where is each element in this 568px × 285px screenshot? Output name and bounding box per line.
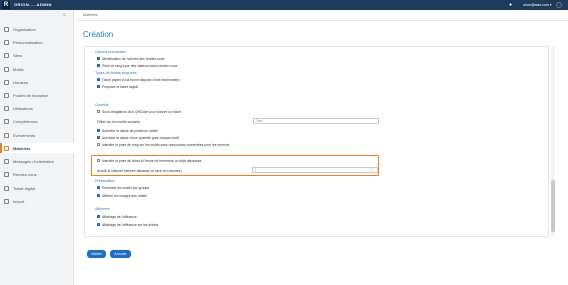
checkbox-checked-icon[interactable] <box>97 222 101 227</box>
top-bar: R ORION.....ADMIN ● orion@aws.com ▾ <box>0 0 568 10</box>
sidebar-item-horaires[interactable]: Horaires <box>0 77 74 87</box>
checkbox-checked-icon[interactable] <box>97 185 101 190</box>
breadcrumb[interactable]: Matériels <box>83 13 98 18</box>
phone-icon <box>4 185 9 191</box>
checkbox-checked-icon[interactable] <box>97 77 101 82</box>
form-scrollbar-thumb[interactable] <box>551 180 555 232</box>
tag-icon <box>4 66 9 72</box>
label-filtrer-motifs: Filtrer sur les motifs suivants <box>97 119 140 124</box>
filter-motifs-input[interactable]: Tous <box>253 118 379 124</box>
checkbox-checked-icon[interactable] <box>97 84 101 89</box>
sidebar-item-evenements[interactable]: Événements <box>0 130 74 140</box>
checkbox-checked-icon[interactable] <box>97 63 101 68</box>
sidebar-item-sites[interactable]: Sites <box>0 50 74 60</box>
highlight-annotation <box>91 155 379 176</box>
desk-icon <box>4 92 9 98</box>
sidebar: « Organisation Personnalisation Sites Mo… <box>0 10 74 285</box>
import-icon <box>4 198 9 204</box>
device-icon <box>4 145 9 151</box>
sidebar-item-import[interactable]: Import <box>0 196 74 206</box>
help-icon[interactable]: ? <box>556 2 562 8</box>
sidebar-item-messages[interactable]: Messages d'orientation <box>0 156 74 166</box>
sidebar-item-postes[interactable]: Postes de réception <box>0 90 74 100</box>
collapse-sidebar-icon[interactable]: « <box>63 12 66 18</box>
checkbox-checked-icon[interactable] <box>97 135 101 140</box>
brand-name: ORION.....ADMIN <box>14 2 52 7</box>
sidebar-item-ticket-digital[interactable]: Ticket digital <box>0 183 74 193</box>
checkbox-ticket-papier[interactable]: Ticket papier (si la borne dispose d'une… <box>97 77 180 82</box>
checkbox-identification[interactable]: Identification de l'arrivée des rendez-v… <box>97 56 164 61</box>
checkbox-proposer-digital[interactable]: Proposer le ticket digital <box>97 84 138 89</box>
skills-icon <box>4 118 9 124</box>
checkbox-affichage-affluence[interactable]: Affichage de l'affluence <box>97 214 137 219</box>
checkbox-afficher-images[interactable]: Afficher les images des motifs <box>97 193 147 198</box>
checkbox-unchecked-icon[interactable] <box>97 142 101 147</box>
checkbox-affichage-tickets[interactable]: Affichage de l'affluence sur les tickets <box>97 222 158 227</box>
checkbox-unchecked-icon[interactable] <box>97 109 101 114</box>
brush-icon <box>4 39 9 45</box>
sidebar-item-motifs[interactable]: Motifs <box>0 64 74 74</box>
calendar-icon <box>4 132 9 138</box>
cancel-button[interactable]: Annuler <box>110 250 131 258</box>
checkbox-checked-icon[interactable] <box>97 193 101 198</box>
app-logo: R <box>2 1 10 9</box>
form-panel[interactable]: Options principales Identification de l'… <box>84 46 549 237</box>
section-options-principales: Options principales <box>95 49 126 54</box>
checkbox-checked-icon[interactable] <box>97 214 101 219</box>
sidebar-item-personnalisation[interactable]: Personnalisation <box>0 37 74 47</box>
checkbox-checked-icon[interactable] <box>97 128 101 133</box>
checkbox-plusieurs-motifs[interactable]: Autoriser la saisie de plusieurs motifs <box>97 128 158 133</box>
checkbox-interdire-sans-ressources[interactable]: Interdire la prise de rang sur les motif… <box>97 142 229 147</box>
clock-icon <box>4 79 9 85</box>
page-title: Création <box>83 30 114 39</box>
sidebar-item-competences[interactable]: Compétences <box>0 116 74 126</box>
user-menu[interactable]: orion@aws.com ▾ <box>523 2 552 8</box>
checkbox-quantite[interactable]: Autoriser la saisie d'une quantité pour … <box>97 135 179 140</box>
sidebar-item-rendez-vous[interactable]: Rendez-vous <box>0 169 74 179</box>
section-affluence: Affluence <box>95 206 110 211</box>
message-icon <box>4 158 9 164</box>
users-icon <box>4 105 9 111</box>
checkbox-presenter-groupe[interactable]: Présenter les motifs par groupe <box>97 185 149 190</box>
sidebar-item-utilisateurs[interactable]: Utilisateurs <box>0 103 74 113</box>
appointment-icon <box>4 171 9 177</box>
checkbox-qrcode[interactable]: Sous obligations d'un QRCode pour donner… <box>97 109 181 114</box>
section-controle: Contrôle <box>95 102 109 107</box>
checkbox-checked-icon[interactable] <box>97 56 101 61</box>
info-icon[interactable]: ● <box>509 2 517 9</box>
breadcrumb-bar: Matériels <box>75 10 568 21</box>
sidebar-item-materiels[interactable]: Matériels <box>0 143 74 153</box>
organisation-icon <box>4 26 9 32</box>
sidebar-item-organisation[interactable]: Organisation <box>0 24 74 34</box>
section-types-tickets: Types de tickets proposés <box>95 70 137 75</box>
location-icon <box>4 52 9 58</box>
section-presentation: Présentation <box>95 178 116 183</box>
checkbox-prise-rang[interactable]: Prise de rang pour des visiteurs sans re… <box>97 63 177 68</box>
validate-button[interactable]: Valider <box>87 250 106 258</box>
